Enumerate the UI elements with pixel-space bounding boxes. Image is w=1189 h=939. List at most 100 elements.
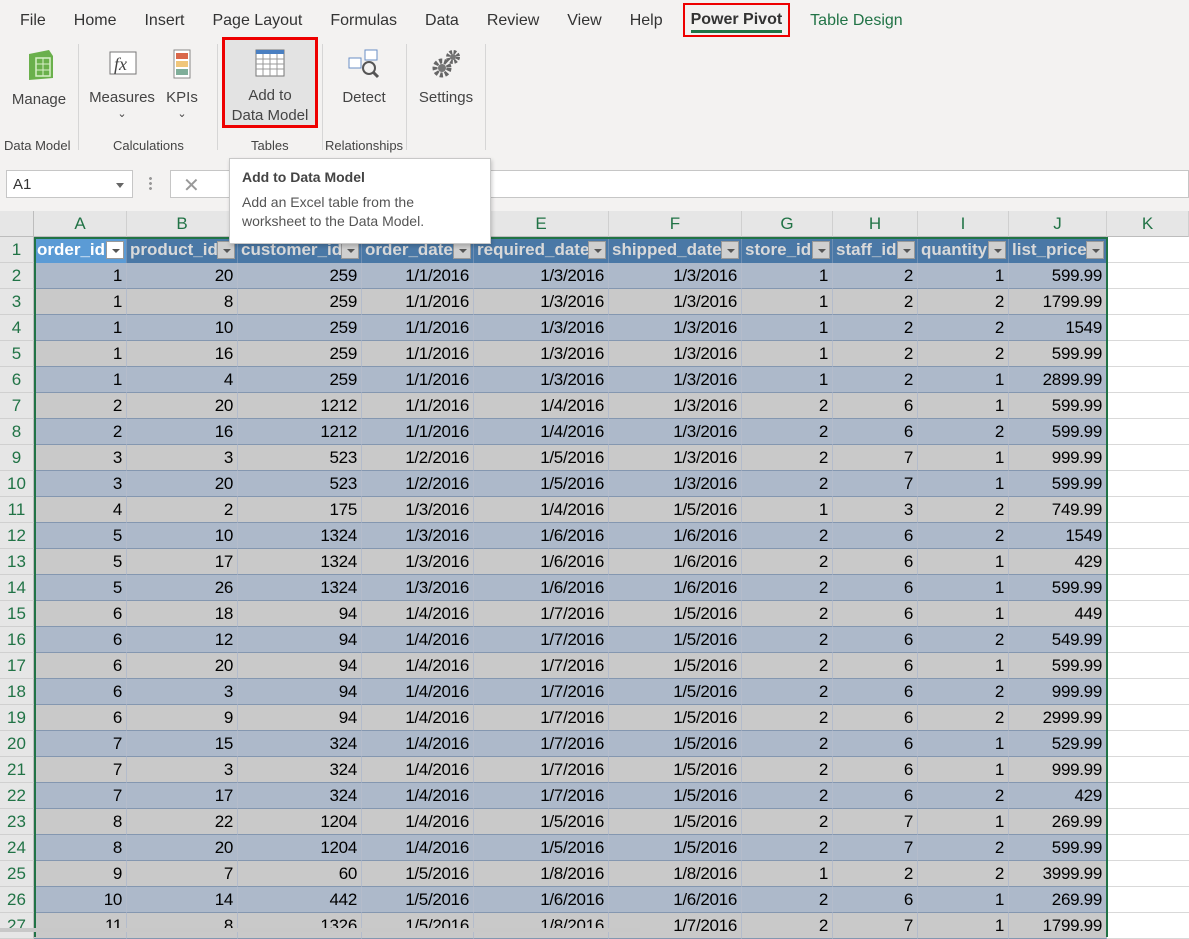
empty-cell[interactable] — [1107, 367, 1189, 393]
table-cell[interactable]: 20 — [127, 471, 238, 497]
table-cell[interactable]: 1/4/2016 — [474, 393, 609, 419]
column-header-a[interactable]: A — [34, 211, 127, 237]
table-header-list-price[interactable]: list_price — [1009, 237, 1107, 263]
table-cell[interactable]: 1324 — [238, 523, 362, 549]
table-cell[interactable]: 2899.99 — [1009, 367, 1107, 393]
table-cell[interactable]: 1/5/2016 — [609, 835, 742, 861]
table-cell[interactable]: 259 — [238, 341, 362, 367]
table-cell[interactable]: 1/5/2016 — [362, 913, 474, 939]
table-cell[interactable]: 1 — [742, 315, 833, 341]
table-cell[interactable]: 10 — [34, 887, 127, 913]
table-header-staff-id[interactable]: staff_id — [833, 237, 918, 263]
table-cell[interactable]: 1 — [918, 575, 1009, 601]
table-cell[interactable]: 1/5/2016 — [609, 809, 742, 835]
empty-cell[interactable] — [1107, 471, 1189, 497]
table-cell[interactable]: 2 — [742, 835, 833, 861]
table-cell[interactable]: 17 — [127, 549, 238, 575]
table-cell[interactable]: 999.99 — [1009, 445, 1107, 471]
table-cell[interactable]: 1/1/2016 — [362, 289, 474, 315]
table-cell[interactable]: 1549 — [1009, 315, 1107, 341]
table-cell[interactable]: 1/6/2016 — [474, 549, 609, 575]
table-cell[interactable]: 2 — [742, 627, 833, 653]
table-cell[interactable]: 999.99 — [1009, 679, 1107, 705]
table-cell[interactable]: 1/2/2016 — [362, 471, 474, 497]
table-cell[interactable]: 1/1/2016 — [362, 367, 474, 393]
table-cell[interactable]: 17 — [127, 783, 238, 809]
table-cell[interactable]: 1 — [918, 471, 1009, 497]
table-cell[interactable]: 1799.99 — [1009, 289, 1107, 315]
filter-dropdown-icon[interactable] — [1086, 241, 1104, 259]
table-cell[interactable]: 94 — [238, 627, 362, 653]
filter-dropdown-icon[interactable] — [588, 241, 606, 259]
cancel-icon[interactable]: ✕ — [183, 173, 200, 198]
table-cell[interactable]: 1 — [742, 289, 833, 315]
table-cell[interactable]: 1326 — [238, 913, 362, 939]
table-cell[interactable]: 1 — [918, 393, 1009, 419]
empty-cell[interactable] — [1107, 419, 1189, 445]
table-cell[interactable]: 523 — [238, 445, 362, 471]
row-header[interactable]: 22 — [0, 783, 34, 809]
table-cell[interactable]: 2 — [833, 315, 918, 341]
table-header-store-id[interactable]: store_id — [742, 237, 833, 263]
table-cell[interactable]: 1 — [918, 367, 1009, 393]
table-cell[interactable]: 1/1/2016 — [362, 263, 474, 289]
empty-cell[interactable] — [1107, 497, 1189, 523]
table-cell[interactable]: 7 — [833, 835, 918, 861]
table-cell[interactable]: 94 — [238, 679, 362, 705]
table-cell[interactable]: 1/3/2016 — [609, 341, 742, 367]
table-cell[interactable]: 269.99 — [1009, 809, 1107, 835]
table-cell[interactable]: 5 — [34, 523, 127, 549]
table-cell[interactable]: 1/3/2016 — [609, 419, 742, 445]
table-cell[interactable]: 6 — [34, 705, 127, 731]
table-cell[interactable]: 1/3/2016 — [474, 263, 609, 289]
table-cell[interactable]: 1 — [742, 263, 833, 289]
table-cell[interactable]: 3 — [127, 445, 238, 471]
table-cell[interactable]: 2 — [918, 497, 1009, 523]
table-cell[interactable]: 1/3/2016 — [474, 315, 609, 341]
table-cell[interactable]: 1/1/2016 — [362, 341, 474, 367]
table-cell[interactable]: 2 — [742, 757, 833, 783]
table-cell[interactable]: 5 — [34, 575, 127, 601]
table-cell[interactable]: 6 — [833, 653, 918, 679]
table-cell[interactable]: 1 — [918, 913, 1009, 939]
table-cell[interactable]: 1/4/2016 — [362, 783, 474, 809]
table-cell[interactable]: 1/7/2016 — [474, 653, 609, 679]
table-cell[interactable]: 1/3/2016 — [609, 445, 742, 471]
table-cell[interactable]: 2 — [918, 315, 1009, 341]
table-cell[interactable]: 599.99 — [1009, 393, 1107, 419]
table-cell[interactable]: 549.99 — [1009, 627, 1107, 653]
table-cell[interactable]: 16 — [127, 341, 238, 367]
table-cell[interactable]: 1/6/2016 — [609, 887, 742, 913]
table-cell[interactable]: 1/3/2016 — [609, 263, 742, 289]
empty-cell[interactable] — [1107, 393, 1189, 419]
row-header[interactable]: 3 — [0, 289, 34, 315]
table-cell[interactable]: 1/2/2016 — [362, 445, 474, 471]
table-cell[interactable]: 1/3/2016 — [474, 289, 609, 315]
table-cell[interactable]: 2 — [742, 653, 833, 679]
table-cell[interactable]: 1/3/2016 — [362, 523, 474, 549]
tab-page-layout[interactable]: Page Layout — [198, 3, 316, 37]
table-cell[interactable]: 1/4/2016 — [362, 627, 474, 653]
table-cell[interactable]: 1/5/2016 — [609, 783, 742, 809]
tab-review[interactable]: Review — [473, 3, 553, 37]
table-cell[interactable]: 1/8/2016 — [474, 913, 609, 939]
table-cell[interactable]: 1 — [918, 757, 1009, 783]
table-cell[interactable]: 2 — [742, 731, 833, 757]
table-header-required-date[interactable]: required_date — [474, 237, 609, 263]
table-cell[interactable]: 1/5/2016 — [609, 653, 742, 679]
tab-file[interactable]: File — [0, 3, 60, 37]
table-cell[interactable]: 1799.99 — [1009, 913, 1107, 939]
table-cell[interactable]: 1/4/2016 — [362, 679, 474, 705]
table-cell[interactable]: 2 — [742, 549, 833, 575]
row-header[interactable]: 26 — [0, 887, 34, 913]
row-header[interactable]: 14 — [0, 575, 34, 601]
empty-cell[interactable] — [1107, 809, 1189, 835]
table-cell[interactable]: 1/1/2016 — [362, 393, 474, 419]
table-cell[interactable]: 1/8/2016 — [609, 861, 742, 887]
table-cell[interactable]: 2 — [833, 289, 918, 315]
table-cell[interactable]: 7 — [833, 471, 918, 497]
column-header-h[interactable]: H — [833, 211, 918, 237]
table-cell[interactable]: 324 — [238, 757, 362, 783]
table-cell[interactable]: 1/4/2016 — [362, 653, 474, 679]
table-cell[interactable]: 2 — [918, 289, 1009, 315]
